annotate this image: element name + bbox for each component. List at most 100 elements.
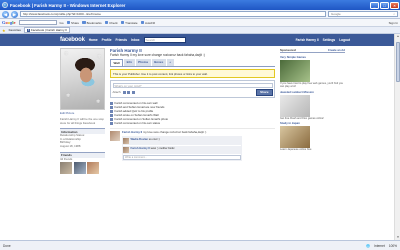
feed-icon bbox=[110, 101, 113, 105]
tab-info[interactable]: Info bbox=[124, 59, 135, 66]
publisher-notice: This is your Publisher. Use it to post c… bbox=[110, 69, 275, 78]
browser-search-placeholder: Google bbox=[331, 12, 341, 16]
ad-title[interactable]: Study in Japan bbox=[280, 121, 345, 125]
comment-author[interactable]: Wadia Roslan bbox=[131, 138, 149, 141]
forward-button[interactable]: ▶ bbox=[11, 10, 18, 18]
tab-boxes[interactable]: Boxes bbox=[151, 59, 166, 66]
google-search-input[interactable] bbox=[18, 19, 57, 26]
friend-thumbnail[interactable] bbox=[73, 162, 86, 175]
toolbar-bookmarks[interactable]: Bookmarks bbox=[82, 21, 102, 25]
snowflake-icon: ❄ bbox=[96, 99, 101, 105]
profile-tabs: Wall Info Photos Boxes + bbox=[110, 59, 275, 67]
mini-feed: Farish commented on his own wall Farish … bbox=[110, 101, 275, 125]
url-text: http://www.facebook.com/profile.php?id=1… bbox=[23, 12, 101, 16]
browser-tab-label: Facebook | Farish Harmy II bbox=[30, 28, 68, 32]
window-titlebar: Facebook | Farish Harmy II - Windows Int… bbox=[0, 0, 400, 10]
tab-wall[interactable]: Wall bbox=[110, 59, 124, 66]
facebook-favicon: f bbox=[26, 28, 30, 32]
browser-search-input[interactable]: Google ⌕ bbox=[328, 11, 398, 17]
friends-count[interactable]: 44 friends bbox=[60, 157, 105, 162]
video-icon[interactable] bbox=[127, 90, 131, 94]
ad-image[interactable] bbox=[280, 59, 310, 82]
toolbar-share[interactable]: Share bbox=[66, 20, 79, 25]
ad-title[interactable]: Very Simple Games bbox=[280, 55, 345, 59]
browser-tab-facebook[interactable]: f Facebook | Farish Harmy II bbox=[23, 27, 71, 33]
friend-thumbnail[interactable] bbox=[60, 162, 72, 175]
toolbar-autofill[interactable]: AutoFill bbox=[140, 21, 155, 25]
comment: Wadia Roslan so cool :) bbox=[123, 137, 241, 147]
ad-title[interactable]: Jeweled Lambert Mission bbox=[280, 90, 345, 94]
favorites-star-icon[interactable]: ★ bbox=[2, 28, 6, 33]
nav-user-name[interactable]: Farish Harmy II bbox=[296, 38, 319, 42]
security-zone[interactable]: Internet bbox=[374, 244, 385, 248]
right-column: Sponsored Create an Ad Very Simple Games… bbox=[280, 48, 345, 152]
scroll-thumb[interactable] bbox=[396, 42, 400, 82]
profile-picture[interactable]: ❄ ❄ ❄ ❄ bbox=[60, 48, 105, 110]
nav-inbox[interactable]: Inbox bbox=[131, 38, 140, 42]
main-column: Farish Harmy II Farish Harmy II my love … bbox=[110, 48, 275, 161]
feed-icon bbox=[110, 113, 113, 117]
ad-text: Get free Flash and Flex games online! bbox=[280, 116, 324, 120]
toolbar-translate[interactable]: Translate bbox=[120, 21, 138, 25]
link-icon[interactable] bbox=[131, 90, 135, 94]
facebook-search-input[interactable]: Search bbox=[143, 37, 186, 43]
nav-home[interactable]: Home bbox=[89, 38, 98, 42]
feed-icon bbox=[110, 105, 113, 109]
google-toolbar: Google Go Share Bookmarks Check Translat… bbox=[0, 19, 400, 27]
google-logo: Google bbox=[2, 20, 16, 25]
back-button[interactable]: ◀ bbox=[2, 10, 9, 18]
attach-label: Attach: bbox=[112, 90, 122, 94]
url-input[interactable]: http://www.facebook.com/profile.php?id=1… bbox=[20, 11, 326, 17]
feed-icon bbox=[110, 117, 113, 121]
feed-icon bbox=[110, 121, 113, 125]
maximize-button[interactable]: □ bbox=[380, 1, 389, 9]
tab-photos[interactable]: Photos bbox=[135, 59, 151, 66]
toolbar-signin[interactable]: Sign In bbox=[389, 21, 398, 25]
facebook-logo[interactable]: facebook bbox=[60, 37, 85, 43]
status-bar: Done 🌐 Internet 100% bbox=[0, 240, 400, 250]
snowflake-icon: ❄ bbox=[97, 54, 102, 60]
comment-avatar[interactable] bbox=[123, 147, 129, 154]
friend-thumbnail[interactable] bbox=[87, 162, 99, 175]
comment: Farish Harmy II wow :) mother biotic bbox=[123, 146, 241, 156]
create-ad-link[interactable]: Create an Ad bbox=[328, 48, 345, 52]
tab-add[interactable]: + bbox=[166, 59, 174, 66]
nav-friends[interactable]: Friends bbox=[116, 38, 128, 42]
zoom-level[interactable]: 100% bbox=[389, 244, 397, 248]
minimize-button[interactable]: _ bbox=[370, 1, 379, 9]
post-text: my love sure change roziozroz back fahah… bbox=[143, 130, 207, 134]
share-icon bbox=[66, 20, 71, 25]
toolbar-check[interactable]: Check bbox=[104, 20, 118, 25]
globe-icon: 🌐 bbox=[366, 243, 371, 248]
status-input[interactable]: What's on your mind? bbox=[112, 82, 273, 88]
share-button[interactable]: Share bbox=[256, 88, 273, 96]
favorites-label[interactable]: Favorites bbox=[9, 28, 21, 32]
profile-bio: Farish Harmy II will be the one stop sto… bbox=[60, 117, 104, 125]
comment-avatar[interactable] bbox=[123, 138, 129, 145]
ad-image[interactable] bbox=[280, 126, 310, 149]
photo-icon[interactable] bbox=[122, 90, 126, 94]
nav-logout[interactable]: Logout bbox=[339, 38, 350, 42]
vertical-scrollbar[interactable]: ▲ ▼ bbox=[394, 34, 400, 240]
edit-picture-link[interactable]: Edit Picture bbox=[60, 111, 105, 115]
post-avatar[interactable] bbox=[110, 131, 120, 141]
nav-settings[interactable]: Settings bbox=[323, 38, 336, 42]
page-content: facebook Home Profile Friends Inbox Sear… bbox=[0, 34, 400, 240]
comment-text: so cool :) bbox=[148, 138, 160, 142]
nav-profile[interactable]: Profile bbox=[102, 38, 112, 42]
feed-item[interactable]: Farish commented on his own status bbox=[110, 121, 275, 125]
toolbar-go[interactable]: Go bbox=[60, 21, 64, 25]
search-icon[interactable]: ⌕ bbox=[393, 12, 395, 16]
ad-image[interactable] bbox=[280, 94, 310, 117]
profile-status: Farish Harmy II my love sure change rozi… bbox=[110, 53, 205, 57]
close-button[interactable]: × bbox=[390, 1, 399, 9]
scroll-up-icon[interactable]: ▲ bbox=[395, 34, 400, 39]
comment-input[interactable]: Write a comment... bbox=[123, 155, 241, 160]
comment-author[interactable]: Farish Harmy II bbox=[131, 147, 150, 150]
check-icon bbox=[104, 20, 109, 25]
wall-post: Farish Harmy II my love sure change rozi… bbox=[110, 128, 275, 161]
favorites-bar: ★ Favorites f Facebook | Farish Harmy II bbox=[0, 27, 400, 34]
post-author[interactable]: Farish Harmy II bbox=[122, 130, 142, 134]
snowflake-icon: ❄ bbox=[66, 93, 71, 99]
feed-icon bbox=[110, 109, 113, 113]
